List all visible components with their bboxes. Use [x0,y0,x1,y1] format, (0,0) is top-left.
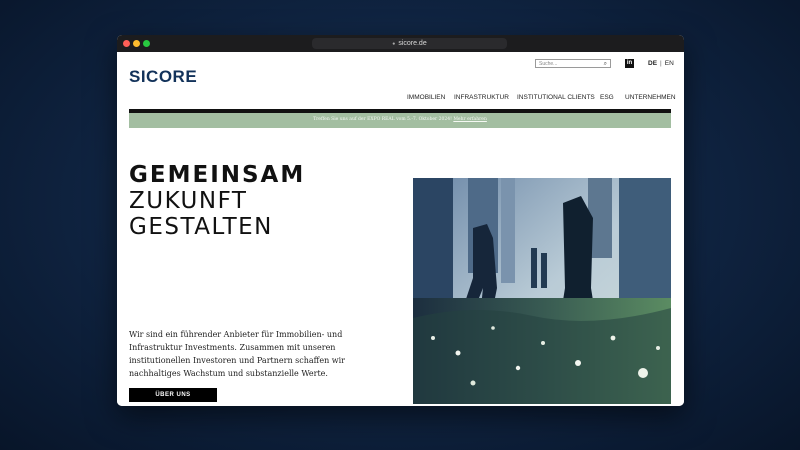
address-bar-url: sicore.de [398,40,427,47]
hero-image [413,178,671,404]
address-bar[interactable]: ● sicore.de [312,38,507,49]
announcement-text: Treffen Sie uns auf der EXPO REAL vom 5.… [313,117,452,122]
announcement-banner: Treffen Sie uns auf der EXPO REAL vom 5.… [129,109,671,128]
nav-item-institutional-clients[interactable]: INSTITUTIONAL CLIENTS [517,94,595,101]
search-placeholder: Suche... [539,61,558,67]
language-switcher: DE | EN [648,60,674,67]
browser-window: ● sicore.de SICORE Suche... ⌕ in DE | EN IM… [117,35,684,406]
hero-image-graphic [413,178,671,404]
hero-intro-text: Wir sind ein führender Anbieter für Immo… [129,330,345,378]
search-input[interactable]: Suche... ⌕ [535,59,611,68]
close-window-button[interactable] [123,40,130,47]
language-en-link[interactable]: EN [665,60,674,67]
linkedin-icon[interactable]: in [625,59,634,68]
webpage: SICORE Suche... ⌕ in DE | EN IMMOBILIEN IN… [117,52,684,406]
announcement-link[interactable]: Mehr erfahren [453,117,487,122]
hero-headline-line1: GEMEINSAM [129,162,306,188]
hero-headline-line3: GESTALTEN [129,214,273,240]
minimize-window-button[interactable] [133,40,140,47]
search-icon[interactable]: ⌕ [604,60,607,69]
lock-icon: ● [392,41,396,47]
language-de-link[interactable]: DE [648,60,657,67]
nav-item-unternehmen[interactable]: UNTERNEHMEN [625,94,676,101]
about-us-button[interactable]: ÜBER UNS [129,388,217,402]
maximize-window-button[interactable] [143,40,150,47]
hero-headline-line2: ZUKUNFT [129,188,248,214]
nav-item-immobilien[interactable]: IMMOBILIEN [407,94,445,101]
nav-item-esg[interactable]: ESG [600,94,614,101]
announcement-text-wrap: Treffen Sie uns auf der EXPO REAL vom 5.… [129,117,671,122]
site-logo[interactable]: SICORE [129,67,197,87]
browser-titlebar: ● sicore.de [117,35,684,52]
nav-item-infrastruktur[interactable]: INFRASTRUKTUR [454,94,509,101]
language-separator: | [660,60,662,67]
